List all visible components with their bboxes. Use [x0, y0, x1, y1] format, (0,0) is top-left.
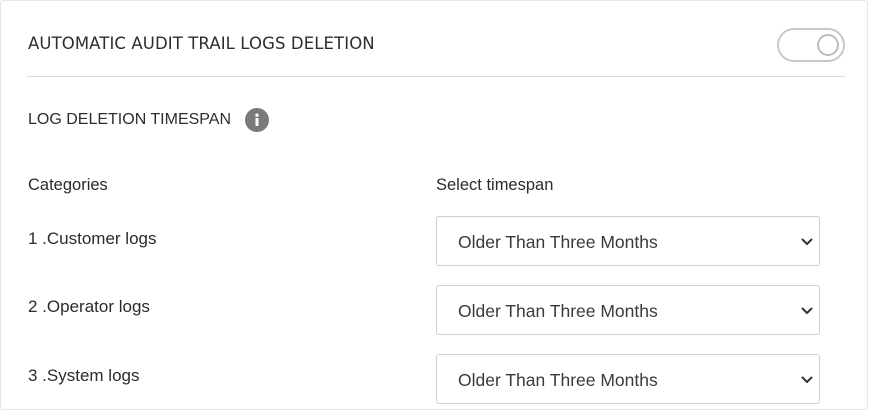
customer-logs-timespan-select[interactable]: Older Than Three Months [436, 216, 820, 266]
row-label-system-logs: 3 .System logs [28, 366, 140, 385]
chevron-down-icon [801, 237, 813, 247]
auto-deletion-toggle[interactable] [777, 28, 845, 62]
page-title: AUTOMATIC AUDIT TRAIL LOGS DELETION [28, 34, 375, 53]
operator-logs-timespan-select[interactable]: Older Than Three Months [436, 285, 820, 335]
timespan-column-header: Select timespan [436, 176, 554, 194]
section-title: LOG DELETION TIMESPAN [28, 111, 232, 128]
chevron-down-icon [801, 375, 813, 385]
info-icon[interactable] [245, 108, 269, 132]
row-label-operator-logs: 2 .Operator logs [28, 297, 150, 316]
select-value: Older Than Three Months [458, 370, 658, 390]
toggle-knob [817, 34, 839, 56]
select-value: Older Than Three Months [458, 301, 658, 321]
settings-panel: AUTOMATIC AUDIT TRAIL LOGS DELETION LOG … [0, 0, 868, 410]
categories-column-header: Categories [28, 176, 108, 194]
select-value: Older Than Three Months [458, 232, 658, 252]
panel-header: AUTOMATIC AUDIT TRAIL LOGS DELETION [27, 1, 845, 77]
row-label-customer-logs: 1 .Customer logs [28, 229, 157, 248]
chevron-down-icon [801, 306, 813, 316]
system-logs-timespan-select[interactable]: Older Than Three Months [436, 354, 820, 404]
